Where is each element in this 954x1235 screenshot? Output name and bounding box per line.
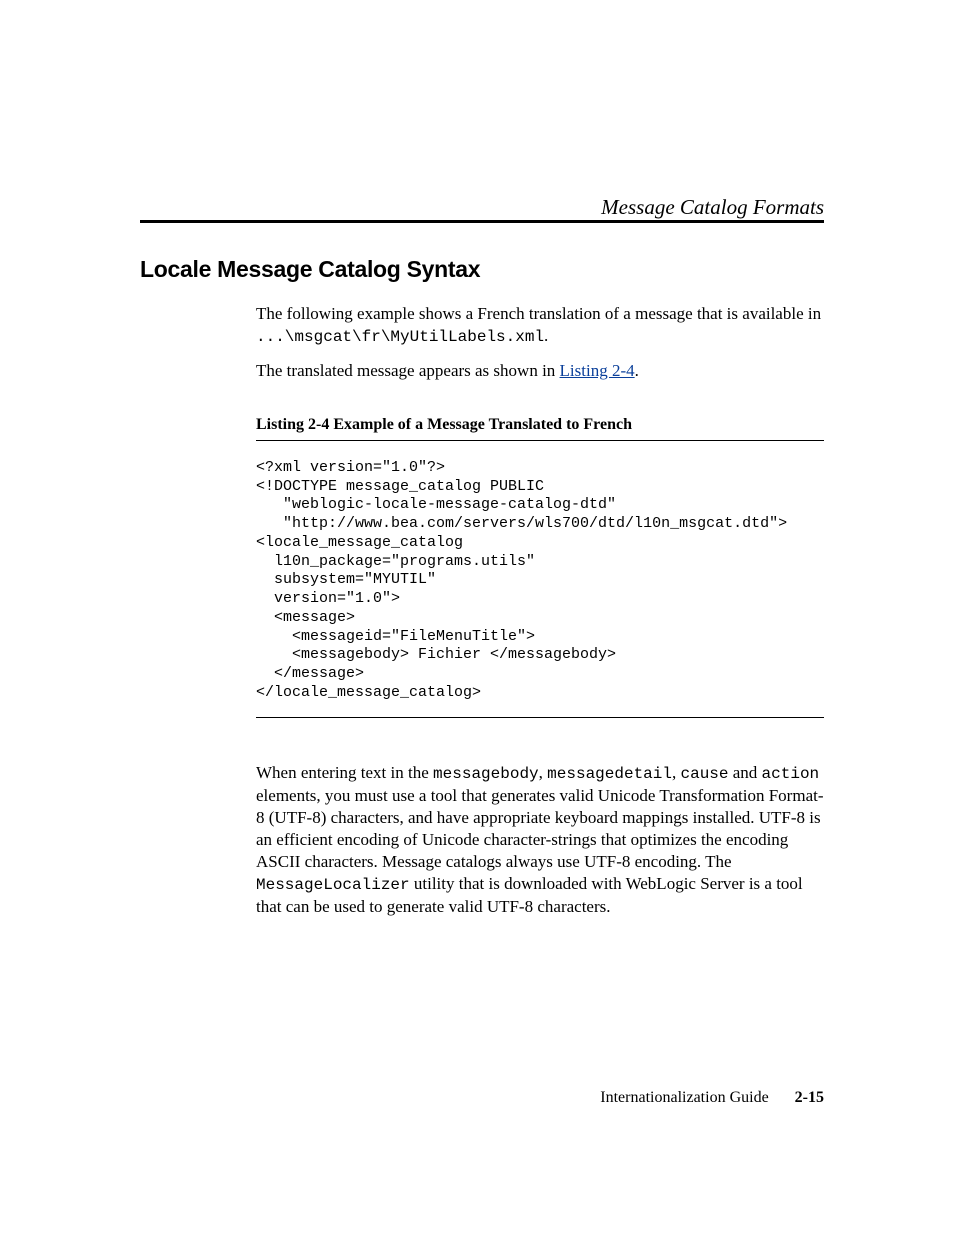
listing-rule-bottom (256, 717, 824, 718)
intro-paragraph: The following example shows a French tra… (256, 303, 824, 348)
header-rule (140, 220, 824, 223)
body-block: The following example shows a French tra… (256, 303, 824, 918)
intro-path: ...\msgcat\fr\MyUtilLabels.xml (256, 328, 544, 346)
listing-code: <?xml version="1.0"?> <!DOCTYPE message_… (256, 459, 824, 703)
intro-text-pre: The following example shows a French tra… (256, 304, 821, 323)
after-t1: When entering text in the (256, 763, 433, 782)
after-t2: , (539, 763, 548, 782)
after-c5: MessageLocalizer (256, 876, 410, 894)
page-content: Locale Message Catalog Syntax The follow… (0, 0, 954, 918)
listing-caption: Listing 2-4 Example of a Message Transla… (256, 416, 824, 434)
listing-link[interactable]: Listing 2-4 (560, 361, 635, 380)
section-title: Locale Message Catalog Syntax (140, 256, 824, 283)
ref-text-post: . (635, 361, 639, 380)
after-c3: cause (680, 765, 728, 783)
footer-guide-title: Internationalization Guide (600, 1089, 768, 1106)
after-c4: action (762, 765, 820, 783)
intro-text-post: . (544, 326, 548, 345)
after-c1: messagebody (433, 765, 539, 783)
after-t5: elements, you must use a tool that gener… (256, 786, 824, 871)
ref-text-pre: The translated message appears as shown … (256, 361, 560, 380)
after-c2: messagedetail (547, 765, 672, 783)
explanatory-paragraph: When entering text in the messagebody, m… (256, 762, 824, 918)
ref-paragraph: The translated message appears as shown … (256, 360, 824, 382)
running-header: Message Catalog Formats (140, 195, 824, 220)
listing-rule-top (256, 440, 824, 441)
page-footer: Internationalization Guide 2-15 (600, 1089, 824, 1107)
after-t4: and (729, 763, 762, 782)
footer-page-number: 2-15 (795, 1089, 824, 1106)
